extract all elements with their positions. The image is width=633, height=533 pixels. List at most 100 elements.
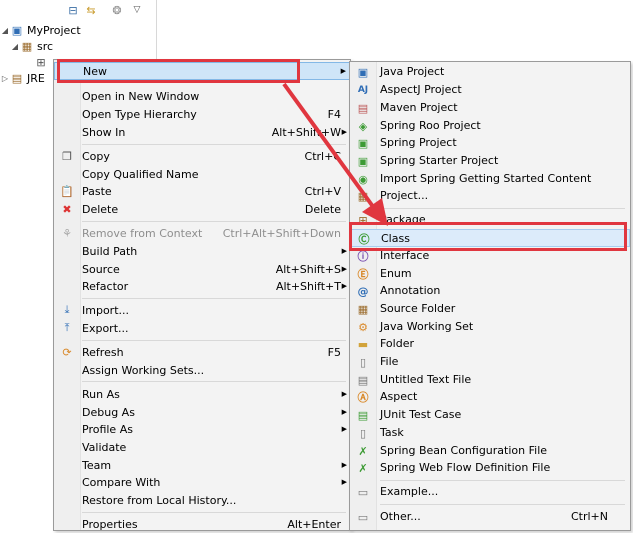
menu-item-run-as[interactable]: Run As ▶ bbox=[54, 385, 350, 403]
menu-item-export[interactable]: ⤒ Export... bbox=[54, 319, 350, 337]
submenu-item-enum[interactable]: Ⓔ Enum bbox=[350, 265, 630, 283]
submenu-item-java-working-set[interactable]: ⚙ Java Working Set bbox=[350, 318, 630, 336]
submenu-arrow-icon: ▶ bbox=[341, 282, 347, 290]
spring-project-icon: ▣ bbox=[357, 136, 369, 150]
export-icon: ⤒ bbox=[64, 321, 70, 334]
menu-item-team[interactable]: Team ▶ bbox=[54, 456, 350, 474]
tree-item-package[interactable]: ⊞ bbox=[24, 54, 51, 70]
focus-icon[interactable]: ❂ bbox=[110, 3, 124, 17]
paste-icon: 📋 bbox=[60, 184, 74, 198]
tree-item-jre[interactable]: ▷ ▤ JRE bbox=[0, 70, 45, 86]
text-file-icon: ▤ bbox=[357, 373, 369, 387]
submenu-item-untitled-text-file[interactable]: ▤ Untitled Text File bbox=[350, 371, 630, 389]
collapse-arrow-icon[interactable]: ▷ bbox=[0, 74, 10, 83]
menu-item-delete[interactable]: ✖ Delete Delete bbox=[54, 200, 350, 218]
submenu-item-aspectj-project[interactable]: AJ AspectJ Project bbox=[350, 81, 630, 99]
submenu-item-spring-web-flow[interactable]: ✗ Spring Web Flow Definition File bbox=[350, 459, 630, 477]
menu-item-import[interactable]: ⤓ Import... bbox=[54, 301, 350, 319]
expand-arrow-icon[interactable]: ◢ bbox=[10, 42, 20, 51]
submenu-item-maven-project[interactable]: ▤ Maven Project bbox=[350, 99, 630, 117]
separator bbox=[82, 512, 346, 513]
project-label: MyProject bbox=[27, 23, 81, 37]
task-icon: ▯ bbox=[359, 426, 367, 440]
submenu-item-file[interactable]: ▯ File bbox=[350, 353, 630, 371]
expand-arrow-icon[interactable]: ◢ bbox=[0, 26, 10, 35]
separator bbox=[82, 298, 346, 299]
menu-item-paste[interactable]: 📋 Paste Ctrl+V bbox=[54, 182, 350, 200]
separator bbox=[380, 208, 625, 209]
submenu-arrow-icon: ▶ bbox=[341, 265, 347, 273]
spring-roo-icon: ◈ bbox=[358, 119, 368, 133]
link-editor-icon[interactable]: ⇆ bbox=[84, 3, 98, 17]
spring-web-flow-icon: ✗ bbox=[358, 461, 368, 475]
submenu-item-spring-roo-project[interactable]: ◈ Spring Roo Project bbox=[350, 117, 630, 135]
menu-item-properties[interactable]: Properties Alt+Enter bbox=[54, 515, 350, 533]
java-project-icon: ▣ bbox=[357, 65, 369, 79]
spring-starter-icon: ▣ bbox=[357, 154, 369, 168]
copy-icon: ❐ bbox=[62, 149, 72, 163]
menu-item-validate[interactable]: Validate bbox=[54, 438, 350, 456]
submenu-item-folder[interactable]: ▬ Folder bbox=[350, 335, 630, 353]
submenu-arrow-icon: ▶ bbox=[341, 390, 347, 398]
submenu-item-example[interactable]: ▭ Example... bbox=[350, 483, 630, 501]
interface-icon: ⓘ bbox=[357, 250, 369, 263]
separator bbox=[82, 221, 346, 222]
menu-item-remove-from-context[interactable]: ⚘ Remove from Context Ctrl+Alt+Shift+Dow… bbox=[54, 224, 350, 242]
import-icon: ⤓ bbox=[64, 303, 70, 316]
submenu-item-junit-test-case[interactable]: ▤ JUnit Test Case bbox=[350, 406, 630, 424]
tree-item-src[interactable]: ◢ ▦ src bbox=[10, 38, 53, 54]
submenu-item-task[interactable]: ▯ Task bbox=[350, 424, 630, 442]
aspect-icon: Ⓐ bbox=[357, 391, 369, 404]
separator bbox=[380, 504, 625, 505]
separator bbox=[380, 480, 625, 481]
submenu-item-aspect[interactable]: Ⓐ Aspect bbox=[350, 388, 630, 406]
package-icon: ⊞ bbox=[36, 55, 46, 69]
menu-item-compare-with[interactable]: Compare With ▶ bbox=[54, 473, 350, 491]
submenu-item-project[interactable]: ▦ Project... bbox=[350, 187, 630, 205]
view-menu-icon[interactable]: ▽ bbox=[130, 3, 144, 17]
submenu-item-source-folder[interactable]: ▦ Source Folder bbox=[350, 300, 630, 318]
submenu-arrow-icon: ▶ bbox=[341, 425, 347, 433]
submenu-arrow-icon: ▶ bbox=[341, 478, 347, 486]
context-menu: New ▶ Open in New Window Open Type Hiera… bbox=[53, 59, 351, 531]
project-wizard-icon: ▦ bbox=[357, 189, 369, 203]
menu-item-copy-qualified-name[interactable]: Copy Qualified Name bbox=[54, 165, 350, 183]
menu-item-source[interactable]: Source Alt+Shift+S ▶ bbox=[54, 260, 350, 278]
other-wizard-icon: ▭ bbox=[357, 510, 369, 524]
annotation-icon: @ bbox=[357, 284, 369, 298]
enum-icon: Ⓔ bbox=[357, 268, 369, 281]
menu-item-debug-as[interactable]: Debug As ▶ bbox=[54, 403, 350, 421]
menu-item-show-in[interactable]: Show In Alt+Shift+W ▶ bbox=[54, 123, 350, 141]
menu-item-profile-as[interactable]: Profile As ▶ bbox=[54, 420, 350, 438]
submenu-arrow-icon: ▶ bbox=[340, 67, 346, 75]
source-folder-icon: ▦ bbox=[21, 39, 33, 53]
menu-item-open-new-window[interactable]: Open in New Window bbox=[54, 87, 350, 105]
submenu-item-spring-bean-config[interactable]: ✗ Spring Bean Configuration File bbox=[350, 442, 630, 460]
example-icon: ▭ bbox=[357, 485, 369, 499]
source-folder-icon: ▦ bbox=[357, 302, 369, 316]
submenu-item-spring-starter-project[interactable]: ▣ Spring Starter Project bbox=[350, 152, 630, 170]
refresh-icon: ⟳ bbox=[62, 345, 72, 359]
menu-item-assign-working-sets[interactable]: Assign Working Sets... bbox=[54, 361, 350, 379]
submenu-item-annotation[interactable]: @ Annotation bbox=[350, 282, 630, 300]
submenu-item-spring-project[interactable]: ▣ Spring Project bbox=[350, 134, 630, 152]
folder-icon: ▬ bbox=[357, 337, 369, 351]
submenu-item-java-project[interactable]: ▣ Java Project bbox=[350, 63, 630, 81]
menu-item-open-type-hierarchy[interactable]: Open Type Hierarchy F4 bbox=[54, 105, 350, 123]
collapse-all-icon[interactable]: ⊟ bbox=[66, 3, 80, 17]
remove-context-icon: ⚘ bbox=[62, 226, 72, 240]
separator bbox=[82, 381, 346, 382]
tree-item-project[interactable]: ◢ ▣ MyProject bbox=[0, 22, 81, 38]
submenu-item-import-spring-content[interactable]: ◉ Import Spring Getting Started Content bbox=[350, 170, 630, 188]
menu-item-copy[interactable]: ❐ Copy Ctrl+C bbox=[54, 147, 350, 165]
submenu-item-other[interactable]: ▭ Other... Ctrl+N bbox=[350, 508, 630, 526]
jre-label: JRE bbox=[27, 71, 45, 85]
delete-icon: ✖ bbox=[62, 202, 72, 216]
working-set-icon: ⚙ bbox=[358, 320, 368, 334]
submenu-arrow-icon: ▶ bbox=[341, 128, 347, 136]
menu-item-refresh[interactable]: ⟳ Refresh F5 bbox=[54, 343, 350, 361]
menu-item-build-path[interactable]: Build Path ▶ bbox=[54, 242, 350, 260]
junit-icon: ▤ bbox=[357, 408, 369, 422]
menu-item-restore-history[interactable]: Restore from Local History... bbox=[54, 491, 350, 509]
menu-item-refactor[interactable]: Refactor Alt+Shift+T ▶ bbox=[54, 277, 350, 295]
